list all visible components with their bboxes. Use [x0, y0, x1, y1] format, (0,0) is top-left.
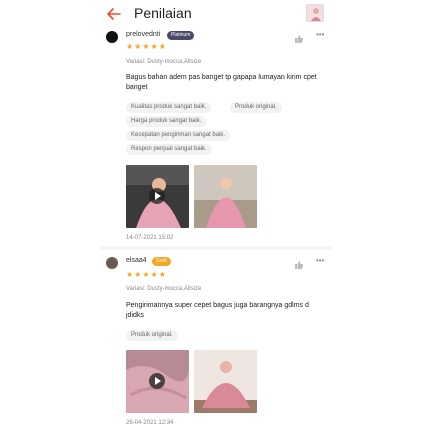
review-tag: Kecepatan pengiriman sangat baik. — [126, 130, 231, 141]
thumbs-up-icon — [295, 35, 304, 43]
more-options-icon[interactable]: ••• — [316, 31, 324, 39]
app-header: Penilaian — [0, 0, 432, 28]
arrow-left-icon — [107, 8, 121, 20]
tier-badge: Platinum — [167, 31, 195, 40]
review-card: prelovednti Platinum ••• ★★★★★ Variasi: … — [106, 28, 328, 244]
review-tag: Harga produk sangat baik. — [126, 116, 207, 127]
back-button[interactable] — [106, 6, 122, 22]
review-video[interactable] — [126, 350, 189, 413]
avatar[interactable] — [106, 31, 118, 43]
reviewer-username: elsaa4 — [126, 257, 147, 264]
variation-label: Variasi: Dusty-mocca,Allsize — [126, 59, 202, 65]
reviewer-username: prelovednti — [126, 31, 161, 38]
review-tag: Produk original. — [230, 102, 282, 113]
review-text: Bagus bahan adem pas banget tp gapapa lu… — [126, 74, 317, 91]
like-button[interactable] — [294, 257, 304, 269]
review-card: elsaa4 Gold ••• ★★★★★ Variasi: Dusty-moc… — [106, 254, 328, 432]
review-date: 14-07-2021 15:02 — [126, 235, 174, 241]
play-icon — [149, 373, 165, 389]
page-title: Penilaian — [134, 5, 192, 21]
product-thumbnail[interactable] — [306, 4, 324, 22]
review-tag: Kualitas produk sangat baik. — [126, 102, 212, 113]
star-rating: ★★★★★ — [126, 42, 167, 51]
tier-badge: Gold — [152, 257, 171, 266]
review-photo[interactable] — [194, 165, 257, 228]
play-icon — [149, 188, 165, 204]
more-options-icon[interactable]: ••• — [316, 257, 324, 265]
review-text: Pengirimannya super cepet bagus juga bar… — [126, 302, 309, 319]
review-photo[interactable] — [194, 350, 257, 413]
divider — [100, 246, 332, 250]
star-rating: ★★★★★ — [126, 270, 167, 279]
review-tag: Produk original. — [126, 330, 178, 341]
thumbs-up-icon — [295, 261, 304, 269]
review-video[interactable] — [126, 165, 189, 228]
review-date: 26-04-2021 12:34 — [126, 420, 174, 426]
review-tag: Respon penjual sangat baik. — [126, 144, 212, 155]
avatar[interactable] — [106, 257, 118, 269]
like-button[interactable] — [294, 31, 304, 43]
variation-label: Variasi: Dusty-mocca,Allsize — [126, 286, 202, 292]
